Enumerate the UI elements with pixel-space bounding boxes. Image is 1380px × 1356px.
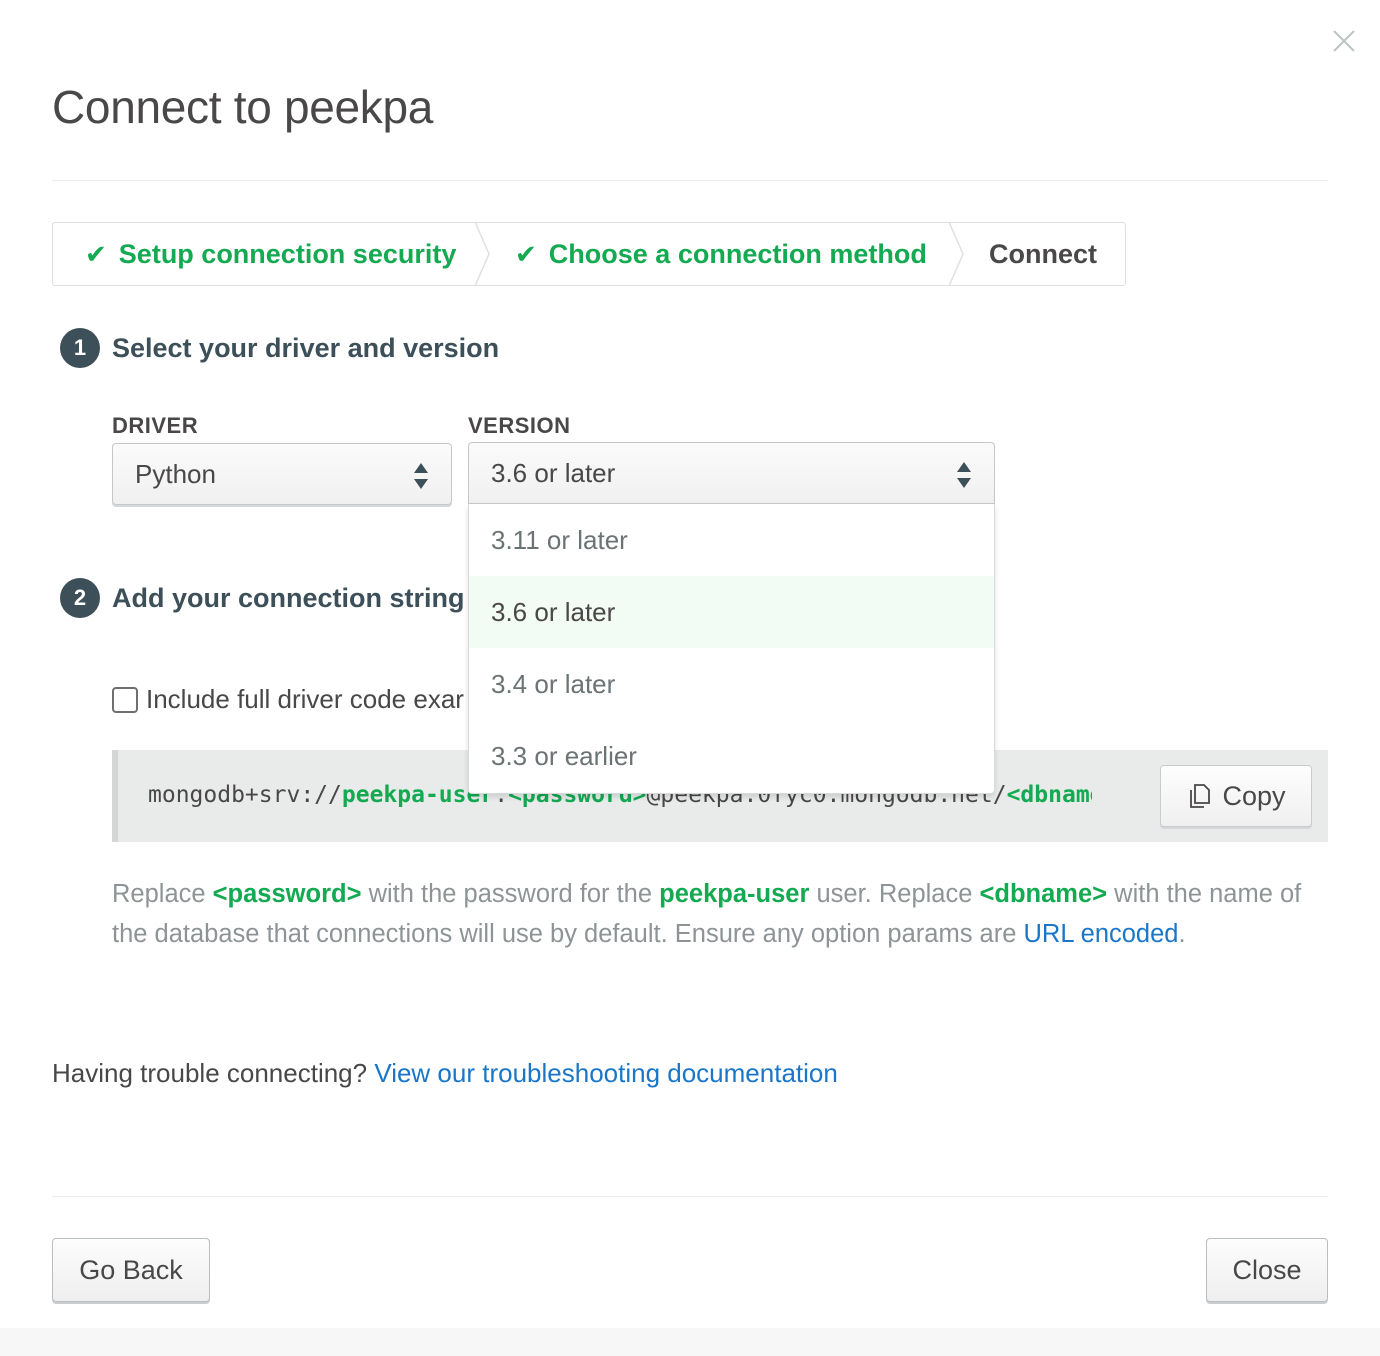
check-icon: ✔ xyxy=(515,238,537,269)
check-icon: ✔ xyxy=(85,238,107,269)
backdrop xyxy=(0,1328,1380,1356)
copy-button[interactable]: Copy xyxy=(1160,765,1312,827)
copy-icon xyxy=(1190,784,1211,808)
select-arrows-icon xyxy=(414,463,428,489)
driver-select[interactable]: Python xyxy=(112,443,452,505)
include-driver-code-option: Include full driver code exar xyxy=(112,684,464,715)
version-value: 3.6 or later xyxy=(491,457,616,488)
footer-divider xyxy=(52,1196,1328,1197)
step-setup-security[interactable]: ✔ Setup connection security xyxy=(53,223,485,285)
connect-modal: Connect to peekpa ✔ Setup connection sec… xyxy=(0,0,1380,1328)
step-connection-method[interactable]: ✔ Choose a connection method xyxy=(485,223,959,285)
copy-label: Copy xyxy=(1222,780,1286,811)
step-label: Setup connection security xyxy=(118,238,457,269)
dbname-placeholder: <dbname> xyxy=(979,880,1108,908)
divider xyxy=(52,180,1328,181)
conn-prefix: mongodb+srv:// xyxy=(148,782,342,808)
driver-label: DRIVER xyxy=(112,413,199,438)
step-number-badge: 2 xyxy=(60,578,100,618)
version-select[interactable]: 3.6 or later xyxy=(468,442,995,504)
section-connection-string: 2 Add your connection string i xyxy=(60,578,480,618)
username: peekpa-user xyxy=(659,880,810,908)
section-title: Select your driver and version xyxy=(112,332,500,363)
step-label: Choose a connection method xyxy=(548,238,927,269)
section-title: Add your connection string i xyxy=(112,582,480,613)
conn-dbname: <dbname> xyxy=(1006,782,1092,808)
version-option[interactable]: 3.11 or later xyxy=(469,504,994,576)
section-select-driver: 1 Select your driver and version xyxy=(60,328,499,368)
close-button[interactable]: Close xyxy=(1206,1238,1328,1302)
version-label: VERSION xyxy=(468,413,571,438)
close-icon[interactable] xyxy=(1326,24,1362,60)
driver-value: Python xyxy=(135,458,216,489)
version-dropdown-menu: 3.11 or later 3.6 or later 3.4 or later … xyxy=(468,504,995,794)
step-label: Connect xyxy=(989,238,1097,269)
troubleshooting-link[interactable]: View our troubleshooting documentation xyxy=(374,1058,838,1088)
step-number-badge: 1 xyxy=(60,328,100,368)
version-option[interactable]: 3.4 or later xyxy=(469,648,994,720)
modal-title: Connect to peekpa xyxy=(52,81,434,133)
password-placeholder: <password> xyxy=(212,880,362,908)
select-arrows-icon xyxy=(957,462,971,488)
wizard-steps: ✔ Setup connection security ✔ Choose a c… xyxy=(52,222,1126,286)
version-option-selected[interactable]: 3.6 or later xyxy=(469,576,994,648)
replace-instructions: Replace <password> with the password for… xyxy=(112,880,1302,948)
checkbox-label: Include full driver code exar xyxy=(146,684,464,714)
go-back-button[interactable]: Go Back xyxy=(52,1238,210,1302)
step-connect[interactable]: Connect xyxy=(959,223,1125,285)
version-option[interactable]: 3.3 or earlier xyxy=(469,720,994,792)
troubleshooting-note: Having trouble connecting? View our trou… xyxy=(52,1058,838,1088)
include-driver-code-checkbox[interactable] xyxy=(112,686,138,713)
url-encoded-link[interactable]: URL encoded xyxy=(1023,920,1178,948)
